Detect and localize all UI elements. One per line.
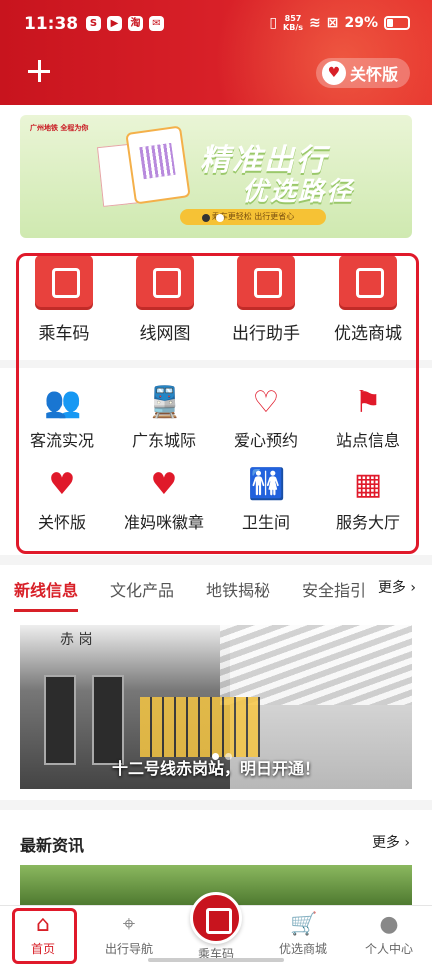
header: 11:38 S ▶ 淘 ✉ ▯ 857 KB/s ≋ ⊠ 29% ♥ 关怀版 (0, 0, 432, 105)
tab-metro-secrets[interactable]: 地铁揭秘 (206, 577, 270, 601)
active-tab-indicator (14, 609, 78, 612)
screen-door (44, 675, 76, 765)
nav-navigation[interactable]: ⌖ 出行导航 (86, 912, 172, 957)
care-mode-button[interactable]: ♥ 关怀版 (315, 58, 410, 88)
station-sign: 赤 岗 (60, 632, 93, 648)
status-time: 11:38 (24, 14, 79, 34)
chevron-right-icon: › (404, 835, 410, 851)
person-icon: ● (379, 912, 399, 937)
tab-culture[interactable]: 文化产品 (110, 577, 174, 601)
station-ceiling (220, 625, 412, 705)
tab-safety[interactable]: 安全指引 (302, 577, 366, 601)
care-icon: ♥ (321, 61, 346, 85)
cart-icon: 🛒 (290, 912, 318, 937)
status-bar: 11:38 S ▶ 淘 ✉ ▯ 857 KB/s ≋ ⊠ 29% (0, 0, 432, 50)
home-content: 广州地铁 全程为你 精准出行 优选路径 乘车更轻松 出行更省心 乘车码 线网图 … (0, 105, 432, 905)
screen-door (92, 675, 124, 765)
promo-banner[interactable]: 广州地铁 全程为你 精准出行 优选路径 乘车更轻松 出行更省心 (20, 115, 412, 238)
net-speed: 857 KB/s (283, 14, 304, 32)
latest-news-title: 最新资讯 (20, 836, 85, 855)
status-right: ▯ 857 KB/s ≋ ⊠ 29% (269, 14, 410, 32)
nav-mall[interactable]: 🛒 优选商城 (260, 912, 346, 957)
news-caption: 十二号线赤岗站，明日开通！ (111, 759, 320, 778)
metro-logo: 广州地铁 全程为你 (30, 124, 89, 132)
divider (0, 555, 432, 565)
care-mode-label: 关怀版 (349, 65, 398, 84)
tab-new-lines[interactable]: 新线信息 (14, 577, 78, 601)
nav-label: 优选商城 (278, 942, 327, 956)
banner-phone-graphic (125, 125, 191, 205)
news-tabs: 新线信息 文化产品 地铁揭秘 安全指引 更多 › (0, 565, 432, 613)
home-nav-highlight-box (12, 908, 77, 964)
notification-icon: S (86, 16, 101, 31)
nav-label: 出行导航 (104, 942, 153, 956)
battery-icon (384, 16, 410, 30)
nav-profile[interactable]: ● 个人中心 (346, 912, 432, 957)
banner-headline-2: 优选路径 (242, 177, 355, 207)
qr-code-icon[interactable] (190, 892, 242, 944)
chevron-right-icon: › (410, 580, 416, 596)
sim-icon: ⊠ (326, 15, 339, 31)
battery-percent: 29% (344, 15, 378, 31)
home-indicator (148, 958, 284, 962)
staff-lineup (140, 697, 260, 757)
latest-more-button[interactable]: 更多 › (372, 832, 410, 852)
location-pin-icon: ⌖ (122, 912, 136, 937)
shopping-app-icon: 淘 (128, 16, 143, 31)
video-app-icon: ▶ (107, 16, 122, 31)
nav-label: 个人中心 (364, 942, 413, 956)
mail-icon: ✉ (149, 16, 164, 31)
divider (0, 800, 432, 810)
vibrate-icon: ▯ (269, 15, 278, 31)
news-carousel[interactable]: 赤 岗 十二号线赤岗站，明日开通！ (20, 625, 412, 789)
banner-dot (216, 214, 224, 222)
wifi-icon: ≋ (309, 15, 321, 31)
status-app-icons: S ▶ 淘 ✉ (86, 16, 164, 31)
more-label: 更多 (371, 835, 400, 851)
tabs-more-button[interactable]: 更多 › (371, 577, 416, 597)
more-label: 更多 (377, 580, 406, 596)
add-icon[interactable] (26, 58, 52, 84)
banner-dot-active (202, 214, 210, 222)
services-highlight-box (16, 253, 419, 554)
